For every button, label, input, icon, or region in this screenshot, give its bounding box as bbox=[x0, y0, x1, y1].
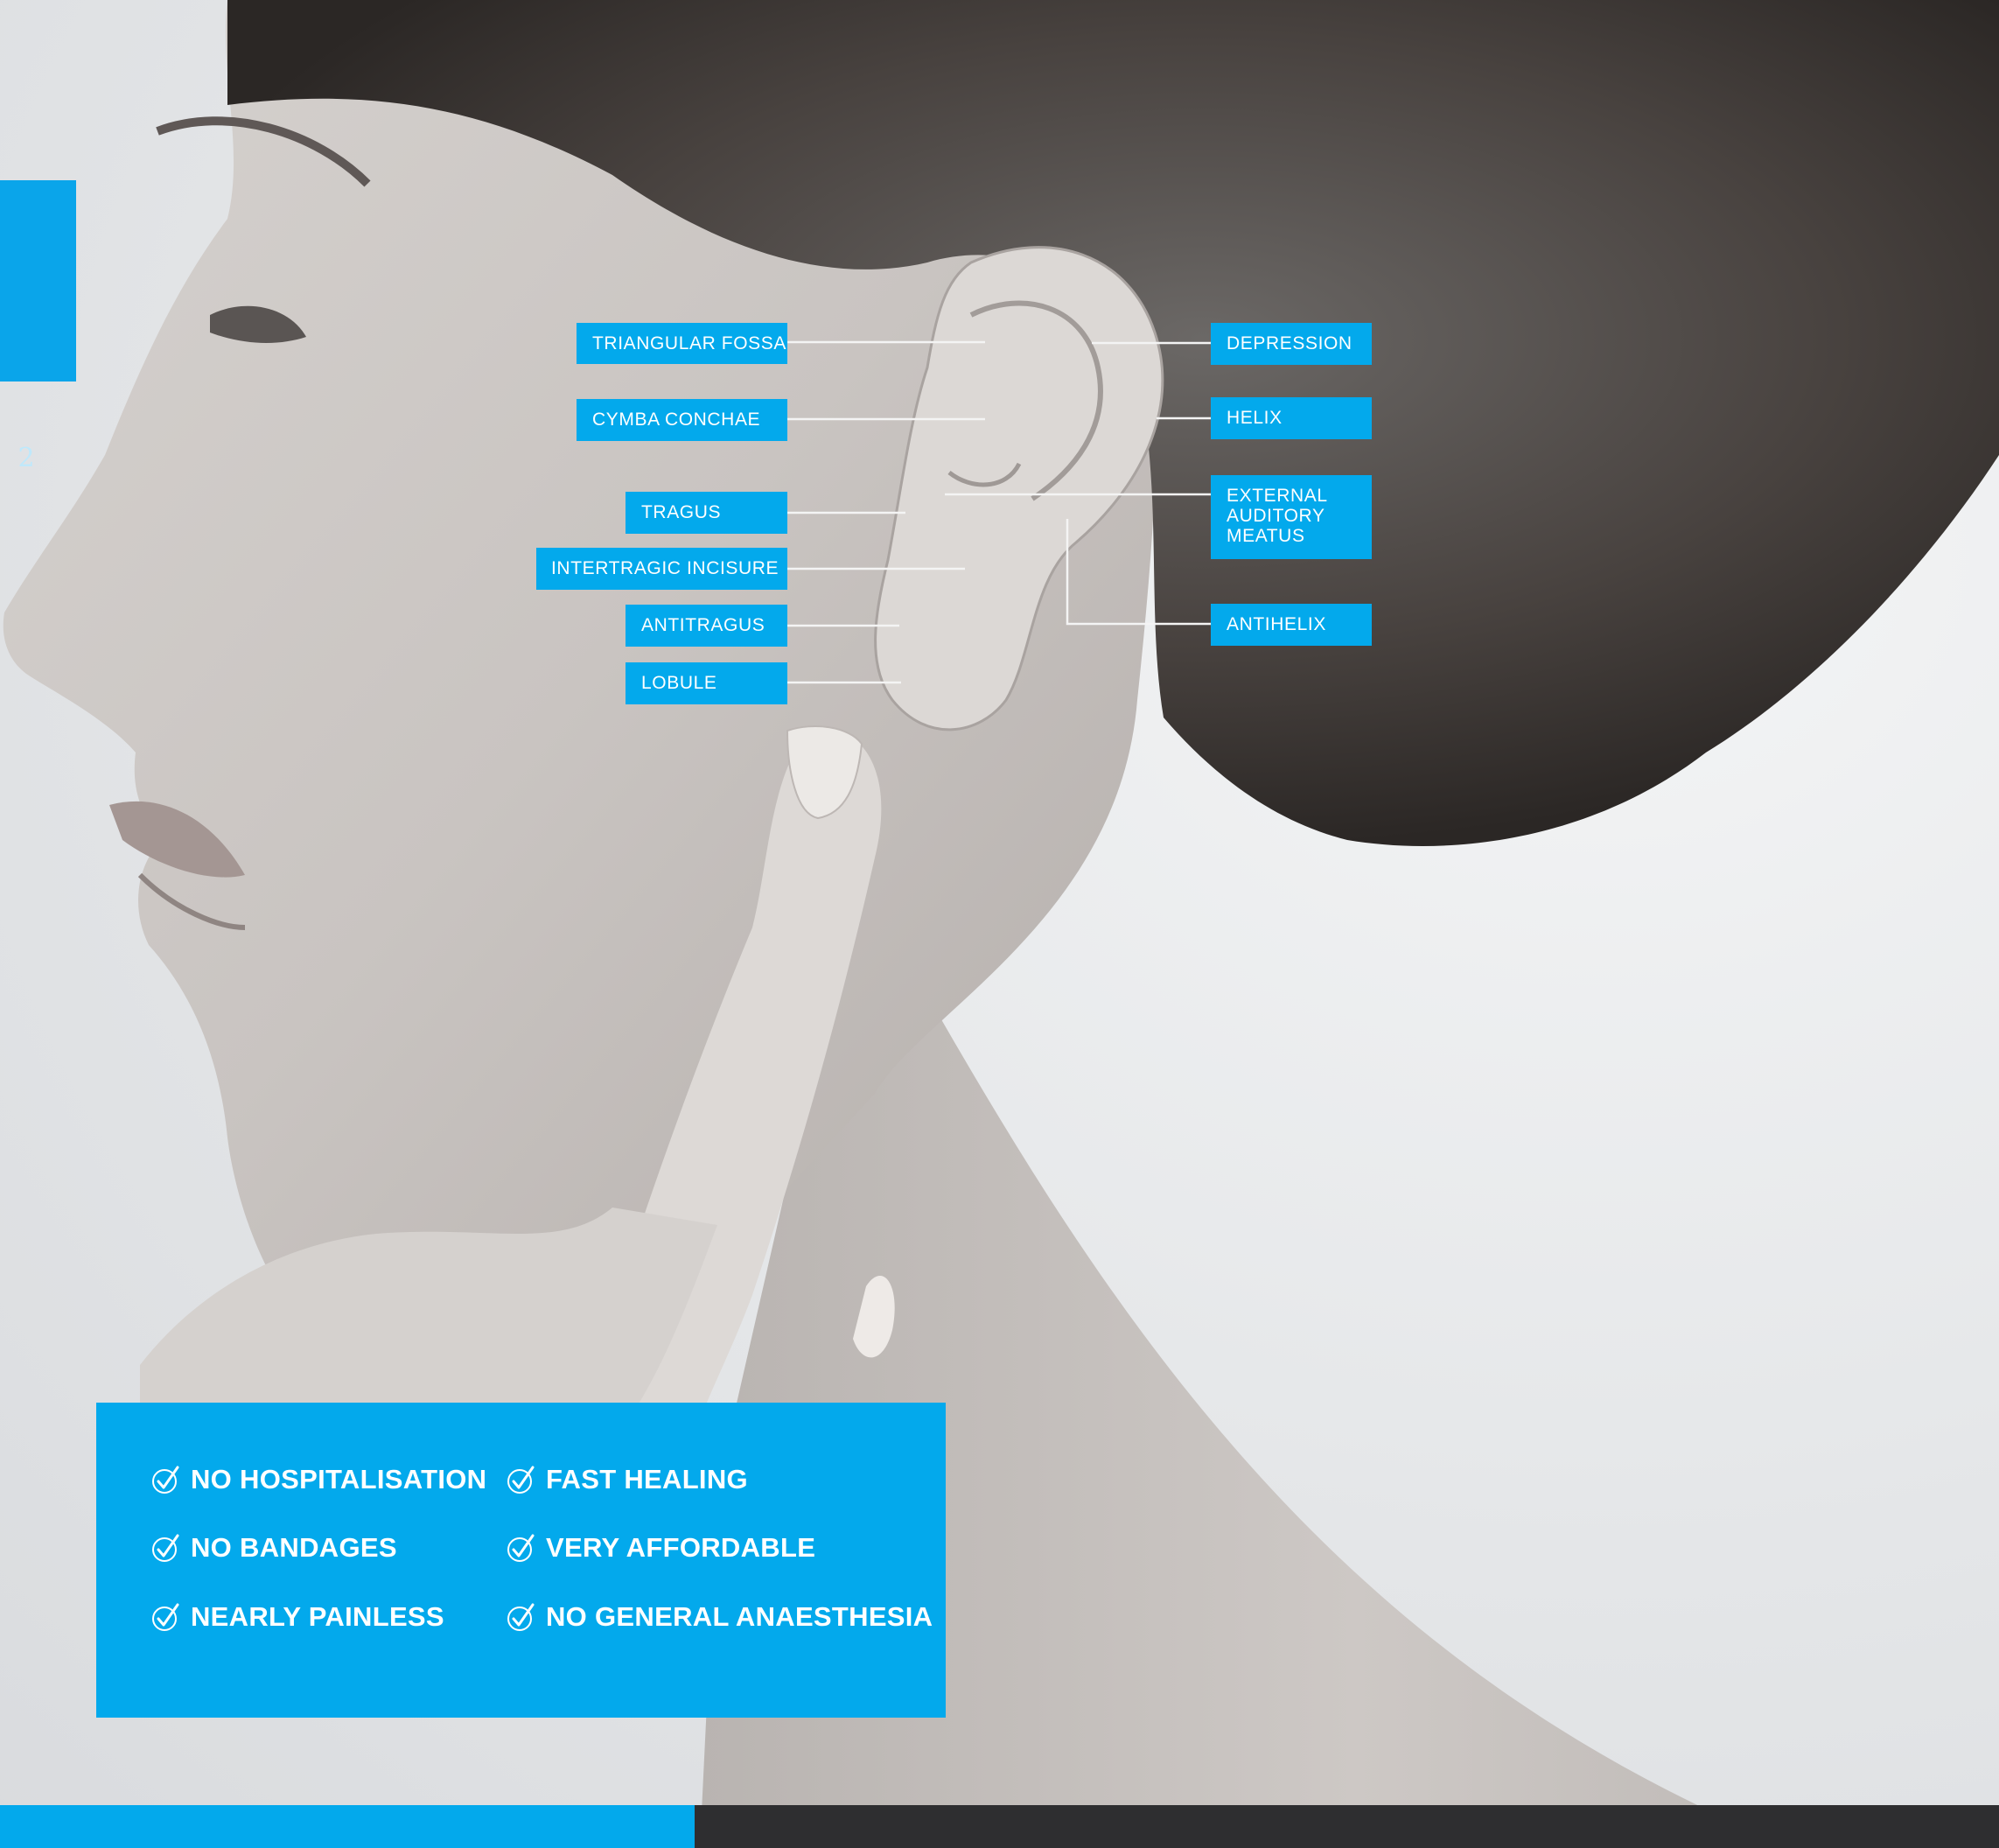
label-triangular-fossa: TRIANGULAR FOSSA bbox=[577, 323, 787, 364]
benefit-label: NO HOSPITALISATION bbox=[191, 1464, 487, 1494]
page-number: 2 bbox=[17, 443, 35, 473]
footer-accent-bar bbox=[0, 1805, 695, 1848]
benefits-box: NO HOSPITALISATION FAST HEALING NO BANDA… bbox=[96, 1403, 946, 1718]
benefit-item: NO BANDAGES bbox=[150, 1532, 397, 1564]
benefit-item: VERY AFFORDABLE bbox=[506, 1532, 815, 1564]
label-antitragus: ANTITRAGUS bbox=[626, 605, 787, 647]
checkmark-circle-icon bbox=[507, 1603, 535, 1631]
label-helix: HELIX bbox=[1211, 397, 1372, 439]
label-depression: DEPRESSION bbox=[1211, 323, 1372, 365]
checkmark-circle-icon bbox=[152, 1466, 179, 1494]
benefit-label: VERY AFFORDABLE bbox=[546, 1532, 816, 1563]
label-intertragic-incisure: INTERTRAGIC INCISURE bbox=[536, 548, 787, 590]
footer-dark-bar bbox=[695, 1805, 1999, 1848]
checkmark-circle-icon bbox=[152, 1534, 179, 1562]
benefit-item: NO GENERAL ANAESTHESIA bbox=[506, 1601, 933, 1633]
label-cymba-conchae: CYMBA CONCHAE bbox=[577, 399, 787, 441]
label-tragus: TRAGUS bbox=[626, 492, 787, 534]
benefit-label: NEARLY PAINLESS bbox=[191, 1601, 444, 1632]
checkmark-circle-icon bbox=[152, 1603, 179, 1631]
benefit-item: FAST HEALING bbox=[506, 1464, 748, 1495]
label-external-auditory-meatus: EXTERNAL AUDITORY MEATUS bbox=[1211, 475, 1372, 559]
benefit-label: NO GENERAL ANAESTHESIA bbox=[546, 1601, 933, 1632]
benefit-item: NEARLY PAINLESS bbox=[150, 1601, 444, 1633]
checkmark-circle-icon bbox=[507, 1466, 535, 1494]
page: 2 TRIANGULAR FOSSA CYMBA CONCHAE TRAGUS … bbox=[0, 0, 1999, 1848]
label-lobule: LOBULE bbox=[626, 662, 787, 704]
page-number-tab: 2 bbox=[0, 180, 76, 473]
checkmark-circle-icon bbox=[507, 1534, 535, 1562]
benefit-label: NO BANDAGES bbox=[191, 1532, 397, 1563]
benefit-label: FAST HEALING bbox=[546, 1464, 748, 1494]
label-antihelix: ANTIHELIX bbox=[1211, 604, 1372, 646]
benefit-item: NO HOSPITALISATION bbox=[150, 1464, 486, 1495]
